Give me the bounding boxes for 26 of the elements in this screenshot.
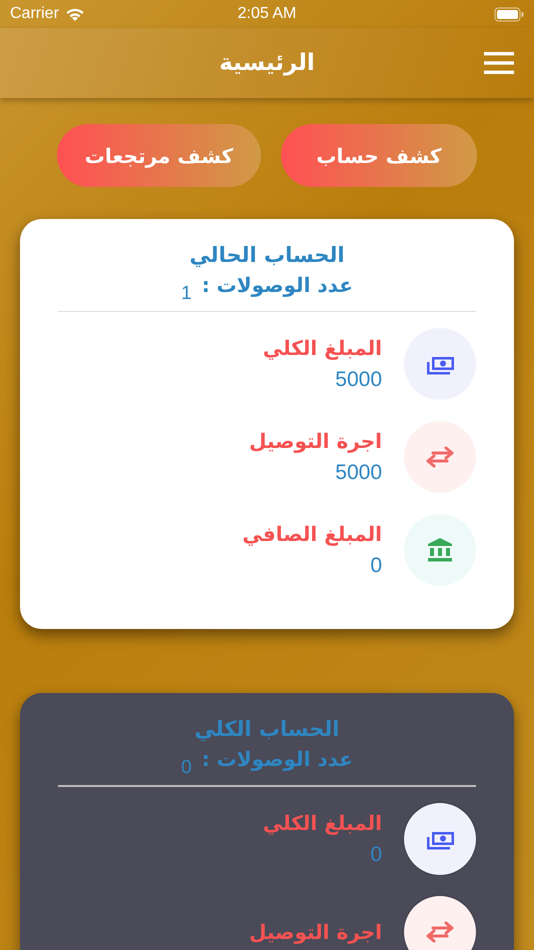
amount-value: 5000 [335,368,382,392]
amount-value: 0 [370,554,382,578]
count-label: عدد الوصولات : [202,747,353,771]
menu-icon[interactable] [484,52,514,77]
amount-value: 0 [370,843,382,867]
card-title: الحساب الحالي [188,242,346,270]
swap-arrows-icon [425,446,455,468]
count-value: 0 [181,757,192,779]
nav-title: الرئيسية [219,50,315,76]
amount-label: المبلغ الصافي [242,522,382,546]
report-button[interactable]: كشف حساب [281,124,477,187]
wifi-icon [64,7,85,21]
card-title: الحساب الكلي [193,716,340,744]
amount-label: المبلغ الكلي [262,811,382,835]
battery-icon [494,6,524,22]
amount-label: اجرة التوصيل [249,920,382,944]
amount-value: 5000 [335,461,382,485]
status-time: 2:05 AM [238,5,296,22]
count-label: عدد الوصولات : [202,273,353,297]
amount-label: المبلغ الكلي [262,336,382,360]
swap-arrows-icon [425,921,455,943]
carrier-label: Carrier [10,5,59,23]
amount-label: اجرة التوصيل [249,429,382,453]
bank-icon [427,537,453,563]
count-value: 1 [181,283,192,305]
report-button[interactable]: كشف مرتجعات [57,124,261,187]
